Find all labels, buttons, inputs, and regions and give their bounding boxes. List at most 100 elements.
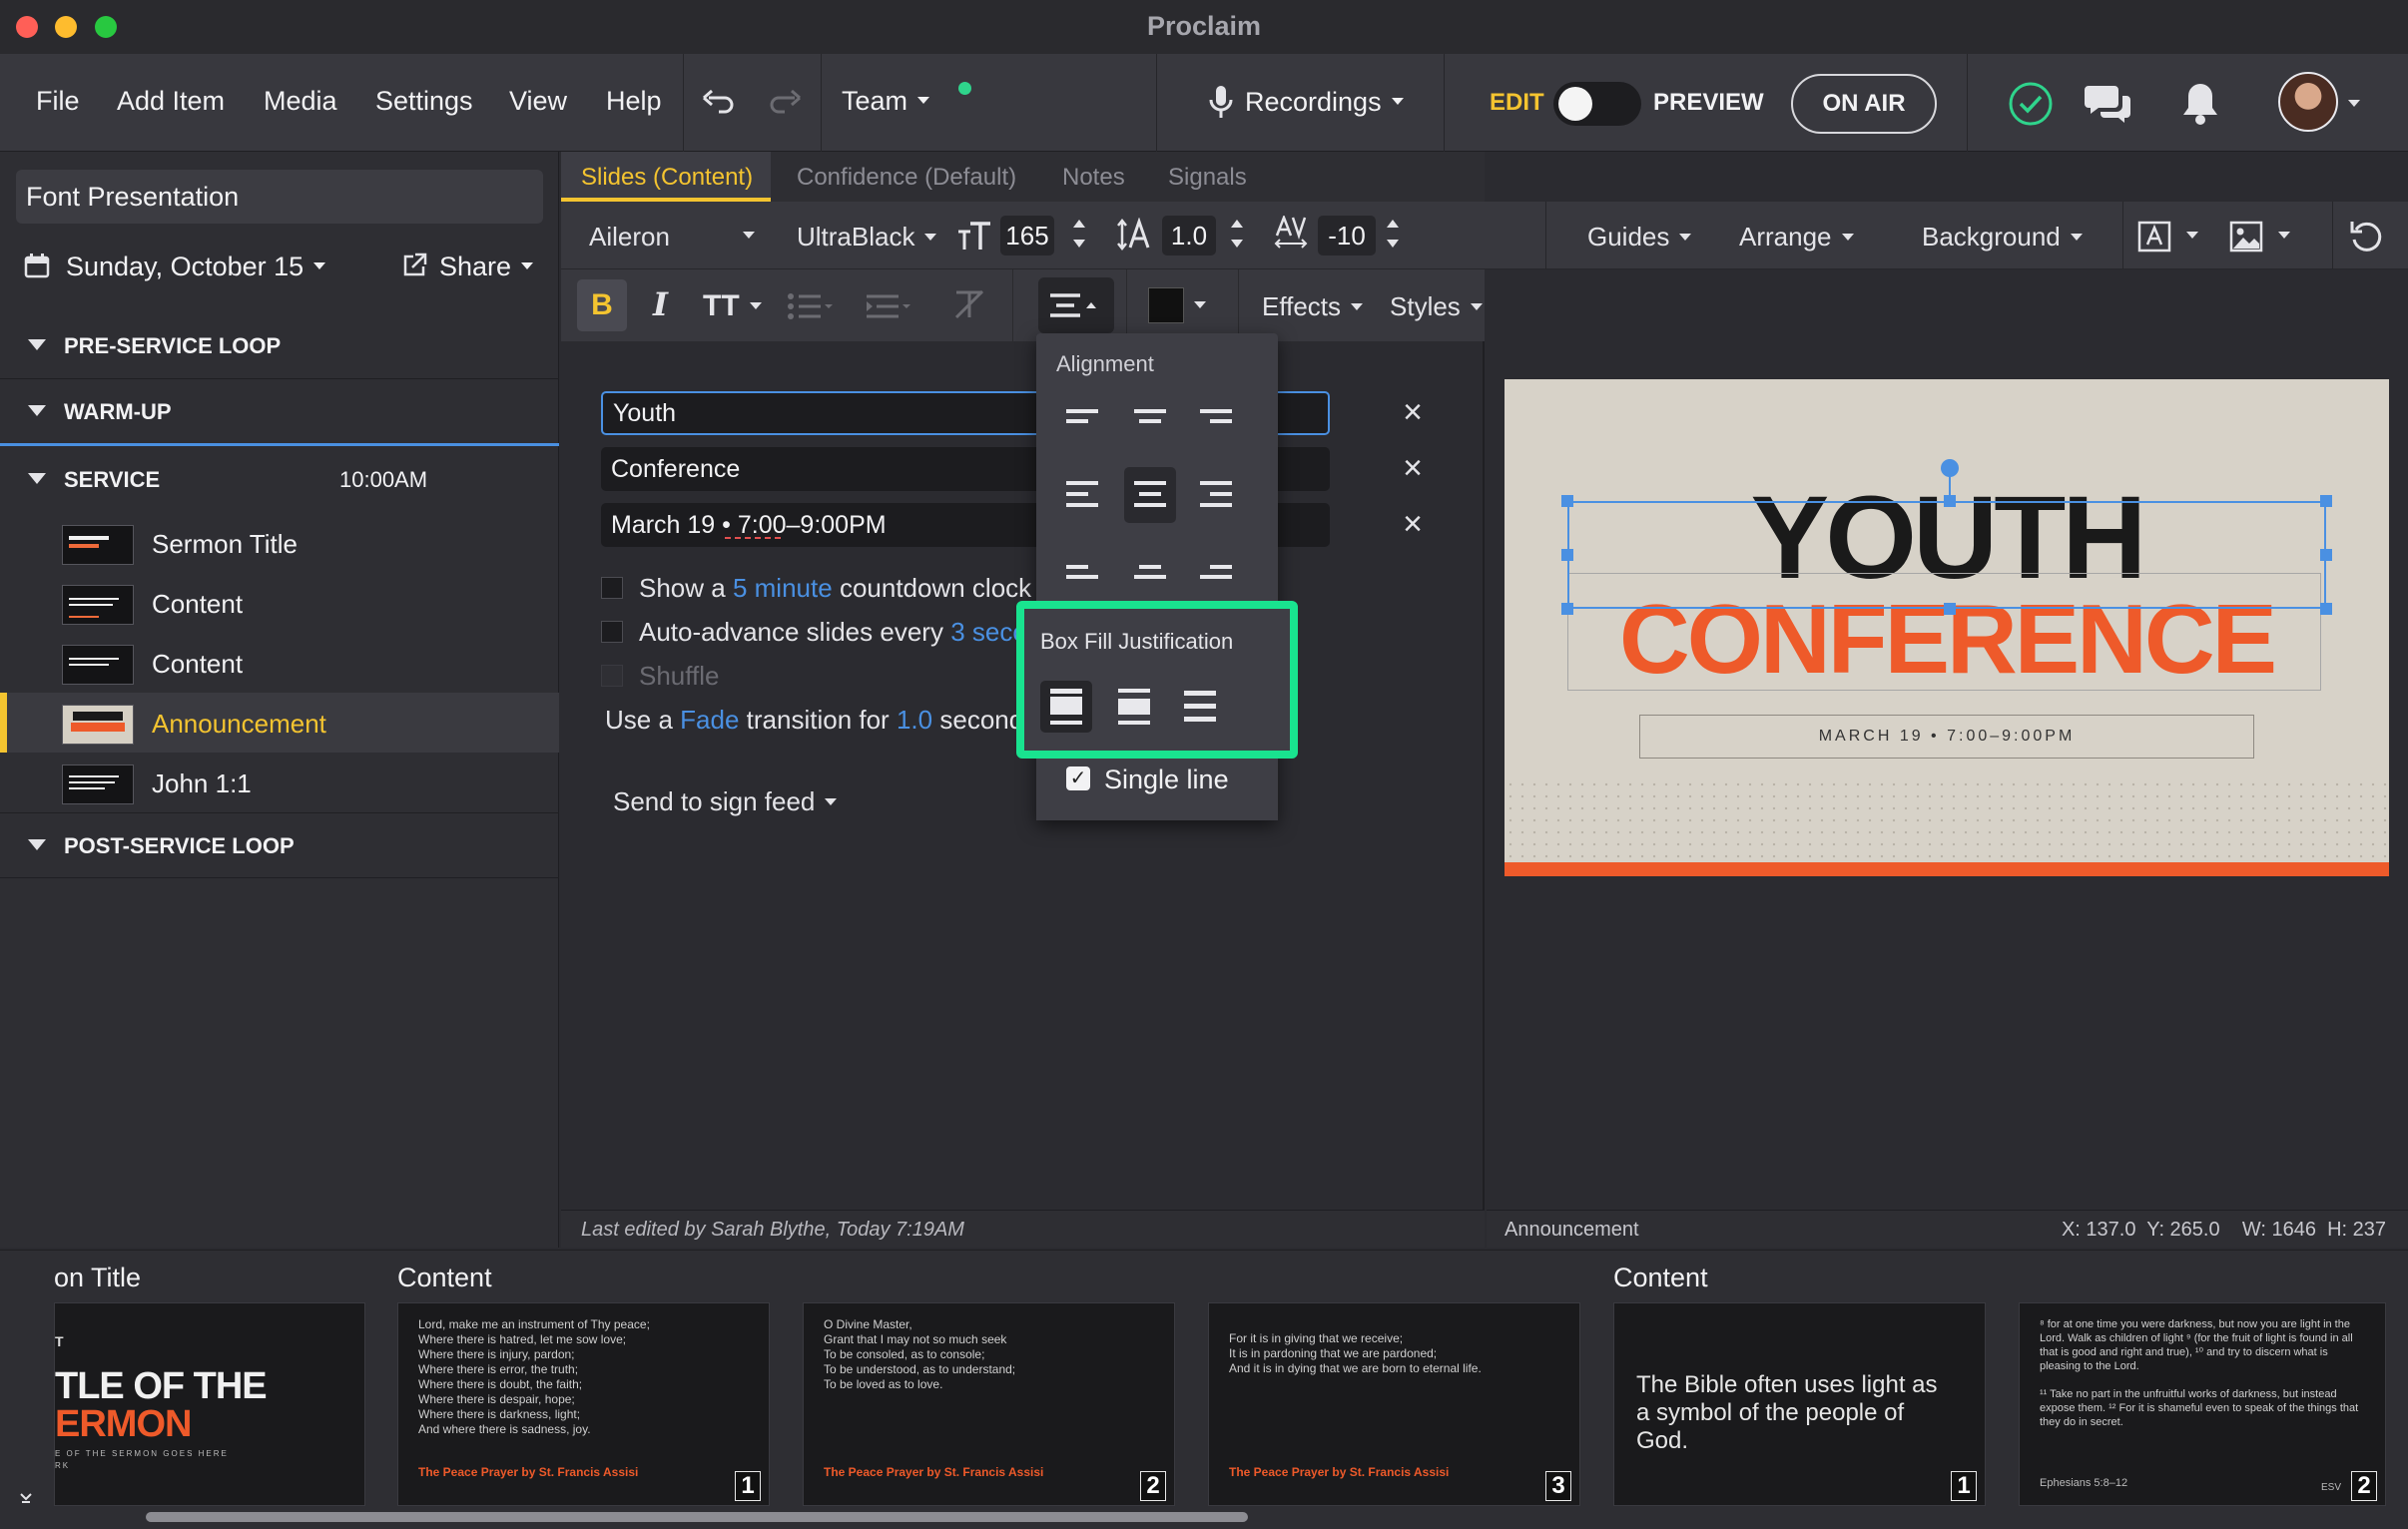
resize-handle-t[interactable] bbox=[1944, 495, 1956, 507]
resize-handle-bl[interactable] bbox=[1561, 603, 1573, 615]
effects-dropdown[interactable]: Effects bbox=[1262, 291, 1364, 322]
box-fill-justify-button[interactable] bbox=[1174, 681, 1226, 733]
menu-media[interactable]: Media bbox=[264, 86, 337, 117]
remove-line-2-close-icon[interactable]: × bbox=[1398, 451, 1428, 485]
filmstrip-slide-card[interactable]: T TLE OF THE ERMON E OF THE SERMON GOES … bbox=[54, 1302, 365, 1506]
filmstrip-collapse-chevron-icon[interactable] bbox=[18, 1490, 34, 1506]
menu-view[interactable]: View bbox=[509, 86, 567, 117]
align-middle-center-button[interactable] bbox=[1124, 467, 1176, 523]
align-middle-left-button[interactable] bbox=[1056, 467, 1108, 523]
text-color-swatch[interactable] bbox=[1148, 287, 1184, 323]
box-fill-top-button[interactable] bbox=[1040, 681, 1092, 733]
bold-button[interactable]: B bbox=[577, 279, 627, 331]
slide-date-text[interactable]: MARCH 19 • 7:00–9:00PM bbox=[1639, 715, 2254, 759]
redo-icon[interactable] bbox=[769, 86, 803, 116]
list-item-content[interactable]: Content bbox=[0, 573, 559, 633]
font-family-chevron-icon[interactable] bbox=[743, 232, 755, 239]
font-weight-dropdown[interactable]: UltraBlack bbox=[797, 222, 937, 253]
section-post-service-loop[interactable]: POST-SERVICE LOOP bbox=[0, 812, 559, 878]
tab-confidence[interactable]: Confidence (Default) bbox=[797, 164, 1016, 192]
autoadvance-checkbox[interactable] bbox=[601, 621, 623, 644]
arrange-dropdown[interactable]: Arrange bbox=[1739, 222, 1854, 253]
presentation-name-field[interactable]: Font Presentation bbox=[16, 170, 543, 224]
italic-button[interactable]: I bbox=[653, 285, 668, 323]
shuffle-checkbox[interactable] bbox=[601, 665, 623, 688]
line-height-stepper[interactable] bbox=[1230, 218, 1244, 254]
resize-handle-r[interactable] bbox=[2320, 549, 2332, 561]
menu-file[interactable]: File bbox=[36, 86, 80, 117]
resize-handle-tr[interactable] bbox=[2320, 495, 2332, 507]
transition-duration-link[interactable]: 1.0 bbox=[897, 705, 932, 735]
resize-handle-b[interactable] bbox=[1944, 603, 1956, 615]
text-box-icon[interactable] bbox=[2136, 220, 2172, 254]
team-dropdown[interactable]: Team bbox=[842, 86, 930, 117]
menu-add-item[interactable]: Add Item bbox=[117, 86, 225, 117]
bulleted-list-icon[interactable] bbox=[787, 291, 835, 321]
filmstrip-slide-card[interactable]: Lord, make me an instrument of Thy peace… bbox=[397, 1302, 770, 1506]
align-bottom-right-button[interactable] bbox=[1190, 539, 1242, 595]
resize-handle-br[interactable] bbox=[2320, 603, 2332, 615]
rotation-handle[interactable] bbox=[1941, 459, 1959, 477]
filmstrip-slide-card[interactable]: The Bible often uses light as a symbol o… bbox=[1613, 1302, 1986, 1506]
section-service[interactable]: SERVICE 10:00AM bbox=[0, 447, 559, 513]
single-line-checkbox-check-icon[interactable]: ✓ bbox=[1066, 765, 1090, 790]
list-item-john-1-1[interactable]: John 1:1 bbox=[0, 753, 559, 812]
align-top-center-button[interactable] bbox=[1124, 393, 1176, 449]
filmstrip-slide-card[interactable]: ⁸ for at one time you were darkness, but… bbox=[2019, 1302, 2386, 1506]
remove-line-1-close-icon[interactable]: × bbox=[1398, 395, 1428, 429]
user-avatar[interactable] bbox=[2278, 72, 2338, 132]
notifications-bell-icon[interactable] bbox=[2180, 80, 2220, 126]
sync-status-check-icon[interactable] bbox=[2007, 80, 2055, 128]
font-family-dropdown[interactable]: Aileron bbox=[589, 222, 670, 253]
filmstrip-slide-card[interactable]: O Divine Master, Grant that I may not so… bbox=[803, 1302, 1175, 1506]
list-item-announcement[interactable]: Announcement bbox=[0, 693, 559, 753]
reset-icon[interactable] bbox=[2348, 218, 2386, 255]
image-icon[interactable] bbox=[2228, 220, 2264, 254]
align-top-left-button[interactable] bbox=[1056, 393, 1108, 449]
clear-formatting-icon[interactable] bbox=[952, 287, 986, 321]
align-middle-right-button[interactable] bbox=[1190, 467, 1242, 523]
recordings-dropdown[interactable]: Recordings bbox=[1245, 87, 1404, 118]
tab-slides-content[interactable]: Slides (Content) bbox=[581, 164, 753, 192]
avatar-chevron-down-icon[interactable] bbox=[2348, 100, 2360, 107]
tab-signals[interactable]: Signals bbox=[1168, 164, 1247, 192]
edit-preview-toggle[interactable] bbox=[1553, 82, 1641, 126]
share-dropdown[interactable]: Share bbox=[401, 252, 534, 282]
letter-spacing-stepper[interactable] bbox=[1386, 218, 1400, 254]
section-warm-up[interactable]: WARM-UP bbox=[0, 379, 559, 445]
resize-handle-tl[interactable] bbox=[1561, 495, 1573, 507]
text-color-chevron-icon[interactable] bbox=[1194, 301, 1206, 308]
font-size-stepper[interactable] bbox=[1072, 218, 1086, 254]
menu-help[interactable]: Help bbox=[606, 86, 662, 117]
on-air-button[interactable]: ON AIR bbox=[1791, 74, 1937, 134]
filmstrip-slide-card[interactable]: For it is in giving that we receive; It … bbox=[1208, 1302, 1580, 1506]
align-bottom-center-button[interactable] bbox=[1124, 539, 1176, 595]
background-dropdown[interactable]: Background bbox=[1922, 222, 2083, 253]
font-size-input[interactable]: 165 bbox=[1000, 216, 1054, 255]
box-fill-center-button[interactable] bbox=[1108, 681, 1160, 733]
transition-type-link[interactable]: Fade bbox=[680, 705, 739, 735]
list-item-sermon-title[interactable]: Sermon Title bbox=[0, 513, 559, 573]
align-bottom-left-button[interactable] bbox=[1056, 539, 1108, 595]
slide-canvas[interactable]: YOUTH CONFERENCE MARCH 19 • 7:00–9:00PM bbox=[1505, 379, 2389, 876]
remove-line-3-close-icon[interactable]: × bbox=[1398, 507, 1428, 541]
indent-icon[interactable] bbox=[865, 291, 912, 321]
countdown-checkbox[interactable] bbox=[601, 577, 623, 600]
text-case-dropdown[interactable]: TT bbox=[703, 289, 762, 323]
list-item-content[interactable]: Content bbox=[0, 633, 559, 693]
menu-settings[interactable]: Settings bbox=[375, 86, 473, 117]
service-date-dropdown[interactable]: Sunday, October 15 bbox=[24, 252, 326, 282]
single-line-option[interactable]: ✓ Single line bbox=[1066, 764, 1229, 795]
filmstrip-scrollbar[interactable] bbox=[146, 1512, 1248, 1522]
undo-icon[interactable] bbox=[701, 86, 735, 116]
image-chevron-icon[interactable] bbox=[2278, 232, 2290, 239]
letter-spacing-input[interactable]: -10 bbox=[1318, 216, 1376, 255]
guides-dropdown[interactable]: Guides bbox=[1587, 222, 1692, 253]
text-box-chevron-icon[interactable] bbox=[2186, 232, 2198, 239]
resize-handle-l[interactable] bbox=[1561, 549, 1573, 561]
styles-dropdown[interactable]: Styles bbox=[1390, 291, 1483, 322]
countdown-duration-link[interactable]: 5 minute bbox=[733, 573, 833, 603]
line-height-input[interactable]: 1.0 bbox=[1162, 216, 1216, 255]
align-top-right-button[interactable] bbox=[1190, 393, 1242, 449]
alignment-dropdown-button[interactable] bbox=[1038, 277, 1114, 333]
